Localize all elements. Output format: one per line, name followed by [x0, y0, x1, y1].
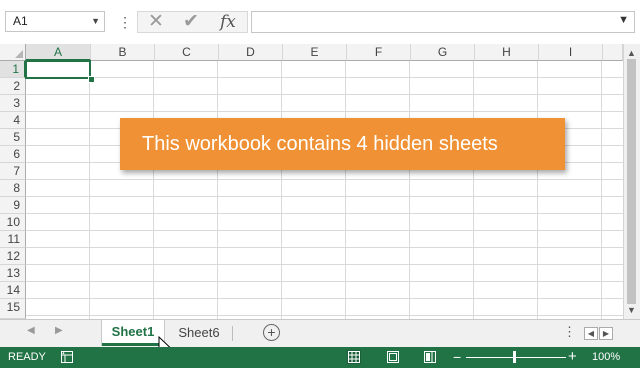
zoom-out-button[interactable]: −	[453, 349, 461, 365]
zoom-slider-thumb[interactable]	[513, 351, 516, 363]
sheet-tab-sheet1[interactable]: Sheet1	[102, 320, 164, 346]
row-header-10[interactable]: 10	[0, 214, 26, 231]
worksheet-grid[interactable]: A B C D E F G H I 1 2 3 4 5 6 7 8 9 10 1…	[0, 44, 623, 319]
column-header-j[interactable]	[603, 44, 623, 61]
column-header-c[interactable]: C	[155, 44, 219, 61]
chevron-down-icon[interactable]: ▼	[91, 12, 100, 31]
column-header-e[interactable]: E	[283, 44, 347, 61]
cancel-icon[interactable]: ✕	[148, 12, 164, 32]
expand-formula-bar-icon[interactable]: ▼	[618, 14, 629, 26]
scroll-down-icon[interactable]: ▼	[627, 305, 636, 315]
column-header-d[interactable]: D	[219, 44, 283, 61]
scroll-up-icon[interactable]: ▲	[627, 48, 636, 58]
formula-input[interactable]: ▼	[251, 11, 635, 33]
row-header-8[interactable]: 8	[0, 180, 26, 197]
column-header-h[interactable]: H	[475, 44, 539, 61]
row-header-7[interactable]: 7	[0, 163, 26, 180]
active-cell-a1[interactable]	[25, 60, 91, 79]
previous-sheet-icon[interactable]: ◀	[27, 325, 35, 336]
sheet-tab-bar: ◀ ▶ Sheet1 Sheet6 + ⋮ ◀ ▶	[0, 319, 640, 347]
row-header-1[interactable]: 1	[0, 61, 26, 78]
formula-buttons: ✕ ✔ fx	[137, 11, 248, 33]
insert-function-icon[interactable]: fx	[220, 12, 236, 32]
row-header-5[interactable]: 5	[0, 129, 26, 146]
row-header-12[interactable]: 12	[0, 248, 26, 265]
column-header-f[interactable]: F	[347, 44, 411, 61]
zoom-level[interactable]: 100%	[592, 351, 620, 363]
more-options-icon[interactable]: ⋮	[563, 324, 576, 340]
column-header-b[interactable]: B	[91, 44, 155, 61]
row-header-11[interactable]: 11	[0, 231, 26, 248]
next-sheet-icon[interactable]: ▶	[55, 325, 63, 336]
normal-view-icon[interactable]	[347, 350, 361, 364]
hidden-sheets-banner: This workbook contains 4 hidden sheets	[120, 118, 565, 170]
enter-icon[interactable]: ✔	[183, 12, 199, 32]
column-header-i[interactable]: I	[539, 44, 603, 61]
scroll-thumb[interactable]	[627, 59, 636, 304]
more-options-icon[interactable]: ⋮	[118, 12, 132, 32]
scroll-right-icon[interactable]: ▶	[599, 327, 613, 340]
row-header-3[interactable]: 3	[0, 95, 26, 112]
row-header-4[interactable]: 4	[0, 112, 26, 129]
add-sheet-icon[interactable]: +	[263, 324, 280, 341]
column-header-g[interactable]: G	[411, 44, 475, 61]
status-bar: READY − + 100%	[0, 347, 640, 368]
page-break-icon[interactable]	[423, 350, 437, 364]
name-box-value: A1	[13, 14, 28, 28]
fill-handle[interactable]	[88, 76, 95, 83]
sheet-tab-sheet6[interactable]: Sheet6	[168, 320, 230, 346]
zoom-in-button[interactable]: +	[568, 348, 577, 365]
macro-record-icon[interactable]	[61, 351, 73, 363]
zoom-slider[interactable]	[466, 357, 566, 358]
row-header-2[interactable]: 2	[0, 78, 26, 95]
page-layout-icon[interactable]	[386, 350, 400, 364]
tab-divider	[232, 326, 233, 341]
row-header-15[interactable]: 15	[0, 299, 26, 319]
status-ready: READY	[8, 351, 46, 363]
row-header-13[interactable]: 13	[0, 265, 26, 282]
column-header-a[interactable]: A	[26, 44, 91, 61]
formula-bar: A1 ▼ ⋮ ✕ ✔ fx ▼	[0, 0, 640, 45]
select-all-button[interactable]	[0, 44, 26, 61]
row-header-6[interactable]: 6	[0, 146, 26, 163]
row-header-14[interactable]: 14	[0, 282, 26, 299]
scroll-left-icon[interactable]: ◀	[584, 327, 598, 340]
cell-grid[interactable]	[26, 61, 623, 319]
name-box[interactable]: A1 ▼	[5, 11, 105, 32]
vertical-scrollbar[interactable]: ▲ ▼	[623, 44, 640, 319]
row-header-9[interactable]: 9	[0, 197, 26, 214]
